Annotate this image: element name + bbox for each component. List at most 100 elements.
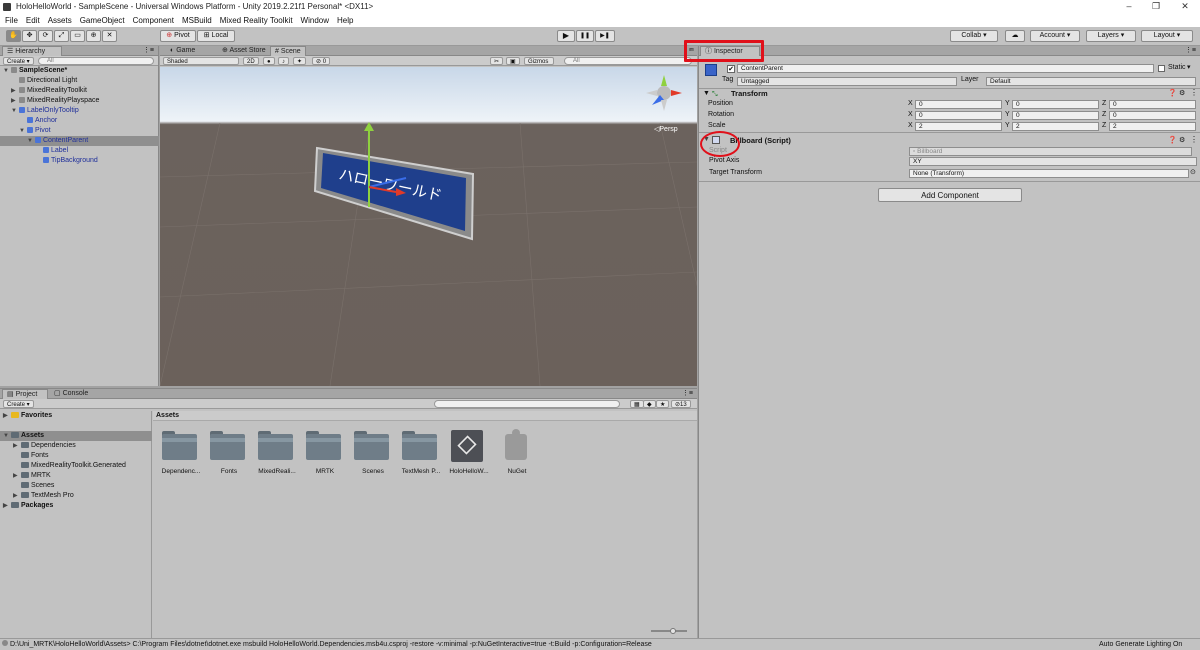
menu-item-gameobject[interactable]: GameObject [80,16,125,25]
hierarchy-item[interactable]: ▶ MixedRealityToolkit [0,86,159,96]
inspector-menu-icon[interactable]: ⋮≡ [1185,46,1196,56]
hierarchy-search-input[interactable]: All [38,57,154,65]
transform-rotation-x-field[interactable]: 0 [915,111,1002,120]
menu-item-mixed-reality-toolkit[interactable]: Mixed Reality Toolkit [220,16,293,25]
static-checkbox[interactable] [1158,65,1165,72]
panel-menu-icon[interactable]: ⋮≡ [143,46,154,56]
hierarchy-create-button[interactable]: Create ▾ [3,57,34,65]
asset-item[interactable] [257,430,297,464]
foldout-arrow-icon[interactable]: ▶ [3,411,11,421]
transform-scale-y-field[interactable]: 2 [1012,122,1099,131]
gizmos-dropdown[interactable]: Gizmos ▾ [524,57,554,73]
zoom-slider[interactable] [651,630,687,632]
rotate-tool-icon[interactable]: ⟳ [38,30,53,42]
account-dropdown[interactable]: Account ▾ [1030,30,1080,42]
shading-dropdown[interactable]: Shaded [163,57,239,65]
project-tree-item[interactable]: ▶ MRTK [0,471,152,481]
project-tree-item[interactable]: ▶ TextMesh Pro [0,491,152,501]
help-icon[interactable]: ❓ [1168,89,1177,97]
foldout-arrow-icon[interactable]: ▼ [3,431,11,441]
collab-dropdown[interactable]: Collab ▾ [950,30,998,42]
holo-sign[interactable]: ハローワールド [313,146,475,241]
transform-tool-icon[interactable]: ⊕ [86,30,101,42]
project-create-button[interactable]: Create ▾ [3,400,34,408]
hierarchy-item[interactable]: ▼ LabelOnlyTooltip [0,106,159,116]
project-tree-item[interactable]: ▶ Favorites [0,411,152,421]
tools-icon[interactable]: ✂ [490,57,504,65]
orientation-gizmo[interactable] [644,73,684,113]
cloud-button[interactable]: ☁ [1005,30,1025,42]
transform-scale-x-field[interactable]: 2 [915,122,1002,131]
foldout-arrow-icon[interactable]: ▶ [11,96,19,106]
zoom-slider-thumb[interactable] [670,628,676,634]
object-name-field[interactable]: ContentParent [737,64,1154,73]
hierarchy-item[interactable]: ▼ Pivot [0,126,159,136]
layer-dropdown[interactable]: Default [986,77,1196,86]
camera-icon[interactable]: ▣ [506,57,520,65]
foldout-arrow-icon[interactable]: ▼ [27,136,35,146]
tab-console[interactable]: ▢ Console [50,389,94,399]
favorite-icon[interactable]: ★ [656,400,670,408]
pivot-toggle[interactable]: ⊕ Pivot [160,30,196,42]
tab-asset-store[interactable]: ⊕ Asset Store [218,46,270,56]
project-tree-item[interactable]: Scenes [0,481,152,491]
lighting-toggle-icon[interactable]: ● [263,57,275,65]
effects-dropdown-icon[interactable]: ✦ [293,57,307,65]
menu-item-component[interactable]: Component [133,16,174,25]
2d-toggle[interactable]: 2D [243,57,259,65]
scene-viewport[interactable]: ハローワールド ◁Persp [160,67,697,386]
pivot-axis-dropdown[interactable]: XY [909,157,1197,166]
asset-item[interactable] [497,429,537,464]
project-tree-item[interactable]: ▶ Packages [0,501,152,511]
pause-button[interactable]: ❚❚ [576,30,594,42]
menu-item-window[interactable]: Window [301,16,329,25]
object-picker-icon[interactable]: ⊙ [1190,168,1196,176]
tab-project[interactable]: ▤ Project [2,389,48,399]
hierarchy-item[interactable]: Anchor [0,116,159,126]
scene-search-input[interactable]: All [564,57,692,65]
menu-item-msbuild[interactable]: MSBuild [182,16,212,25]
move-tool-icon[interactable]: ✥ [22,30,37,42]
target-transform-field[interactable]: None (Transform) [909,169,1189,178]
component-menu-icon[interactable]: ⋮ [1190,135,1198,144]
project-tree-item[interactable]: ▼ Assets [0,431,152,441]
tab-game[interactable]: ◐ Game [166,46,199,56]
static-dropdown-icon[interactable]: ▾ [1187,63,1191,73]
preset-icon[interactable]: ⚙ [1179,89,1185,97]
foldout-arrow-icon[interactable]: ▶ [11,86,19,96]
foldout-arrow-icon[interactable]: ▶ [13,471,21,481]
menu-item-file[interactable]: File [5,16,18,25]
hand-tool-icon[interactable]: ✋ [6,30,21,42]
filter-label-icon[interactable]: ◆ [643,400,656,408]
foldout-arrow-icon[interactable]: ▼ [11,106,19,116]
step-button[interactable]: ▶❚ [595,30,615,42]
menu-item-edit[interactable]: Edit [26,16,40,25]
layout-dropdown[interactable]: Layout ▾ [1141,30,1193,42]
custom-tool-icon[interactable]: ✕ [102,30,117,42]
active-checkbox[interactable]: ✔ [727,65,735,73]
project-search-input[interactable] [434,400,620,408]
hidden-packages-button[interactable]: ⊘13 [671,400,691,408]
menu-item-assets[interactable]: Assets [48,16,72,25]
breadcrumb[interactable]: Assets [156,411,179,421]
play-button[interactable]: ▶ [557,30,575,42]
add-component-button[interactable]: Add Component [878,188,1022,202]
transform-position-x-field[interactable]: 0 [915,100,1002,109]
asset-item[interactable] [449,430,489,464]
asset-item[interactable] [161,430,201,464]
maximize-button[interactable]: ❐ [1143,0,1169,14]
project-tree-item[interactable]: MixedRealityToolkit.Generated [0,461,152,471]
audio-toggle-icon[interactable]: ♪ [278,57,289,65]
hierarchy-item[interactable]: Label [0,146,159,156]
asset-item[interactable] [353,430,393,464]
foldout-arrow-icon[interactable]: ▶ [13,491,21,501]
hierarchy-item[interactable]: TipBackground [0,156,159,166]
minimize-button[interactable]: – [1116,0,1142,14]
foldout-arrow-icon[interactable]: ▼ [19,126,27,136]
local-toggle[interactable]: ⊞ Local [197,30,235,42]
hierarchy-item[interactable]: ▼ SampleScene* [0,66,159,76]
asset-item[interactable] [305,430,345,464]
foldout-arrow-icon[interactable]: ▼ [3,66,11,76]
hierarchy-item[interactable]: ▶ MixedRealityPlayspace [0,96,159,106]
layers-dropdown[interactable]: Layers ▾ [1086,30,1136,42]
